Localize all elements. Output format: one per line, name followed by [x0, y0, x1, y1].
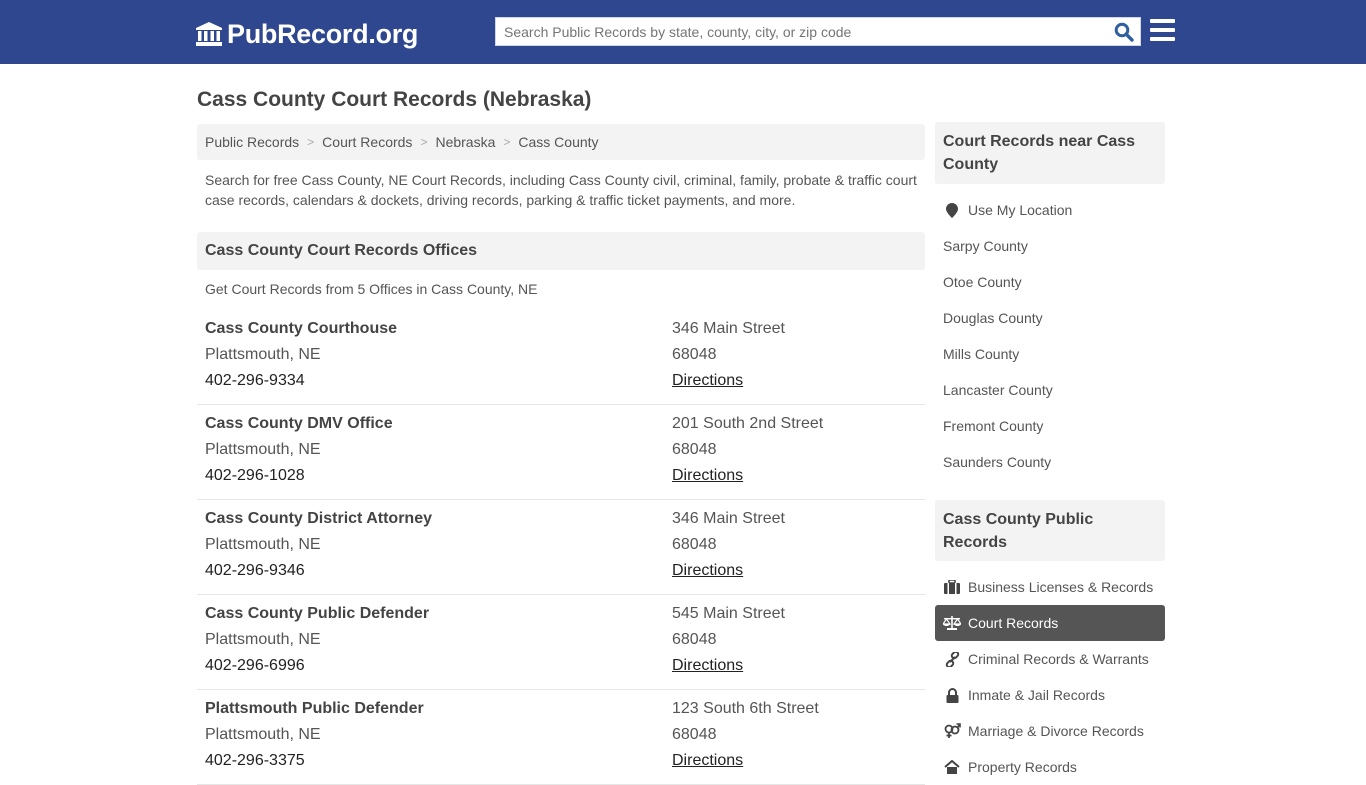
- office-item: Cass County Public Defender Plattsmouth,…: [197, 595, 925, 690]
- office-zip: 68048: [672, 346, 717, 363]
- nearby-heading: Court Records near Cass County: [935, 122, 1165, 184]
- lock-icon: [943, 687, 961, 703]
- hamburger-menu-icon: [1150, 19, 1175, 23]
- office-name: Cass County DMV Office: [205, 415, 393, 432]
- public-records-list: Business Licenses & Records Court Record…: [935, 569, 1165, 785]
- search-button[interactable]: [1112, 21, 1136, 43]
- search-box: [495, 17, 1141, 46]
- office-zip: 68048: [672, 441, 717, 458]
- office-name: Cass County District Attorney: [205, 510, 432, 527]
- breadcrumb: Public Records > Court Records > Nebrask…: [197, 124, 925, 160]
- balance-scale-icon: [943, 615, 961, 631]
- courthouse-icon: [196, 22, 222, 46]
- office-phone[interactable]: 402-296-6996: [205, 655, 429, 681]
- office-item: Plattsmouth Public Defender Plattsmouth,…: [197, 690, 925, 785]
- office-phone[interactable]: 402-296-9346: [205, 560, 432, 586]
- sidebar-item-label: Property Records: [968, 759, 1077, 775]
- office-name: Cass County Public Defender: [205, 605, 430, 622]
- office-city: Plattsmouth, NE: [205, 346, 321, 363]
- office-city: Plattsmouth, NE: [205, 726, 321, 743]
- briefcase-icon: [943, 579, 961, 595]
- nearby-county-link[interactable]: Sarpy County: [935, 228, 1165, 264]
- breadcrumb-cass-county[interactable]: Cass County: [518, 134, 598, 150]
- nearby-county-link[interactable]: Fremont County: [935, 408, 1165, 444]
- link-icon: [943, 651, 961, 667]
- sidebar-item-property-records[interactable]: Property Records: [935, 749, 1165, 785]
- office-zip: 68048: [672, 631, 717, 648]
- offices-heading: Cass County Court Records Offices: [197, 232, 925, 270]
- breadcrumb-public-records[interactable]: Public Records: [205, 134, 299, 150]
- office-item: Cass County District Attorney Plattsmout…: [197, 500, 925, 595]
- office-item: Cass County Courthouse Plattsmouth, NE 4…: [197, 310, 925, 405]
- office-city: Plattsmouth, NE: [205, 631, 321, 648]
- use-my-location-link[interactable]: Use My Location: [935, 192, 1165, 228]
- office-item: Cass County DMV Office Plattsmouth, NE 4…: [197, 405, 925, 500]
- search-icon: [1114, 22, 1134, 42]
- logo-text: PubRecord.org: [227, 18, 419, 49]
- office-address: 123 South 6th Street: [672, 700, 819, 717]
- intro-text: Search for free Cass County, NE Court Re…: [205, 172, 917, 208]
- nearby-county-link[interactable]: Saunders County: [935, 444, 1165, 480]
- site-logo[interactable]: PubRecord.org: [195, 17, 418, 51]
- office-address: 346 Main Street: [672, 320, 785, 337]
- nearby-county-link[interactable]: Mills County: [935, 336, 1165, 372]
- office-zip: 68048: [672, 726, 717, 743]
- nearby-county-link[interactable]: Otoe County: [935, 264, 1165, 300]
- sidebar-item-marriage-records[interactable]: Marriage & Divorce Records: [935, 713, 1165, 749]
- office-name: Cass County Courthouse: [205, 320, 398, 337]
- office-phone[interactable]: 402-296-3375: [205, 750, 424, 776]
- sidebar-item-label: Inmate & Jail Records: [968, 687, 1105, 703]
- office-phone[interactable]: 402-296-1028: [205, 465, 393, 491]
- page-title: Cass County Court Records (Nebraska): [197, 88, 592, 111]
- gender-icon: [943, 723, 961, 739]
- offices-list: Cass County Courthouse Plattsmouth, NE 4…: [197, 310, 925, 785]
- nearby-county-link[interactable]: Douglas County: [935, 300, 1165, 336]
- offices-subheading: Get Court Records from 5 Offices in Cass…: [205, 281, 538, 297]
- directions-link[interactable]: Directions: [672, 467, 743, 484]
- breadcrumb-court-records[interactable]: Court Records: [322, 134, 412, 150]
- sidebar-item-label: Court Records: [968, 615, 1059, 631]
- search-input[interactable]: [496, 18, 1106, 45]
- breadcrumb-separator: >: [420, 135, 428, 149]
- nearby-county-link[interactable]: Lancaster County: [935, 372, 1165, 408]
- sidebar-item-court-records[interactable]: Court Records: [935, 605, 1165, 641]
- office-address: 201 South 2nd Street: [672, 415, 824, 432]
- sidebar-item-label: Business Licenses & Records: [968, 579, 1154, 595]
- breadcrumb-nebraska[interactable]: Nebraska: [435, 134, 495, 150]
- public-records-heading: Cass County Public Records: [935, 500, 1165, 561]
- breadcrumb-separator: >: [307, 135, 315, 149]
- sidebar-item-inmate-records[interactable]: Inmate & Jail Records: [935, 677, 1165, 713]
- directions-link[interactable]: Directions: [672, 372, 743, 389]
- map-marker-icon: [943, 202, 961, 218]
- office-city: Plattsmouth, NE: [205, 536, 321, 553]
- office-address: 346 Main Street: [672, 510, 785, 527]
- office-address: 545 Main Street: [672, 605, 785, 622]
- breadcrumb-separator: >: [503, 135, 511, 149]
- top-navbar: PubRecord.org: [0, 0, 1366, 64]
- office-zip: 68048: [672, 536, 717, 553]
- directions-link[interactable]: Directions: [672, 562, 743, 579]
- office-name: Plattsmouth Public Defender: [205, 700, 424, 717]
- use-my-location-label: Use My Location: [968, 202, 1073, 218]
- directions-link[interactable]: Directions: [672, 657, 743, 674]
- sidebar-item-criminal-records[interactable]: Criminal Records & Warrants: [935, 641, 1165, 677]
- home-icon: [943, 759, 961, 775]
- sidebar-item-business-licenses[interactable]: Business Licenses & Records: [935, 569, 1165, 605]
- sidebar-item-label: Criminal Records & Warrants: [968, 651, 1149, 667]
- nearby-list: Use My Location Sarpy County Otoe County…: [935, 192, 1165, 480]
- office-city: Plattsmouth, NE: [205, 441, 321, 458]
- sidebar-item-label: Marriage & Divorce Records: [968, 723, 1144, 739]
- hamburger-menu-button[interactable]: [1150, 19, 1175, 42]
- directions-link[interactable]: Directions: [672, 752, 743, 769]
- office-phone[interactable]: 402-296-9334: [205, 370, 397, 396]
